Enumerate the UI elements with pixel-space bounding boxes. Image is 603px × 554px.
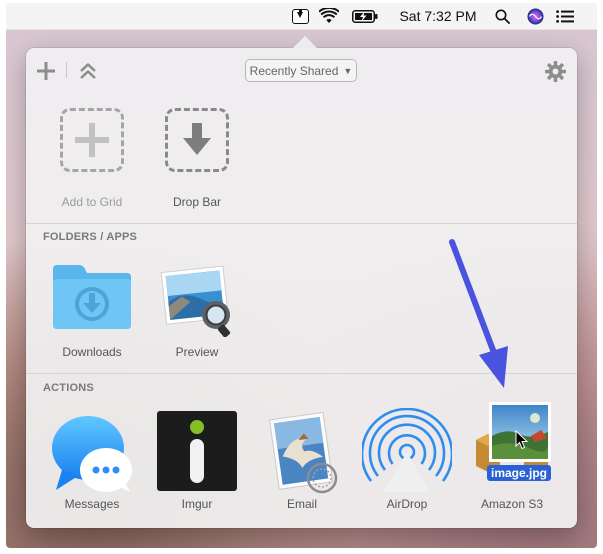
dropzone-panel: Recently Shared ▼ Add to Grid Drop Bar F… [26,36,577,528]
panel-pointer [292,36,318,49]
plus-icon[interactable] [37,62,55,80]
search-icon[interactable] [495,9,510,24]
mail-icon [260,410,344,501]
messages-tile[interactable]: Messages [37,404,147,514]
siri-icon[interactable] [527,8,544,25]
menu-bar-clock[interactable]: Sat 7:32 PM [390,3,486,29]
folders-apps-header: FOLDERS / APPS [43,231,138,243]
messages-icon [50,412,134,499]
desktop-background: Sat 7:32 PM Recently Shared ▼ Add to Gri… [6,3,597,548]
preview-tile[interactable]: Preview [142,253,252,363]
preview-app-icon [154,259,240,342]
menu-bar: Sat 7:32 PM [6,3,597,30]
imgur-icon [156,410,238,497]
drop-arrow-icon [165,108,229,172]
airdrop-icon [360,407,454,499]
toolbar-separator [66,62,67,78]
airdrop-label: AirDrop [386,497,428,511]
dropzone-menubar-icon[interactable] [292,9,309,24]
airdrop-tile[interactable]: AirDrop [352,404,462,514]
annotation-arrow [449,239,508,388]
imgur-tile[interactable]: Imgur [142,404,252,514]
dragged-filename: image.jpg [487,465,552,481]
add-plus-icon [60,108,124,172]
downloads-label: Downloads [62,345,122,359]
dragged-file[interactable]: image.jpg [485,402,555,482]
chevron-up-double-icon[interactable] [79,62,97,80]
drop-bar-tile[interactable]: Drop Bar [142,106,252,216]
amazon-s3-label: Amazon S3 [480,497,544,511]
downloads-tile[interactable]: Downloads [37,253,147,363]
messages-label: Messages [64,497,120,511]
dropdown-label: Recently Shared [249,63,339,78]
section-divider [26,223,577,224]
notification-center-icon[interactable] [556,10,574,23]
recently-shared-dropdown[interactable]: Recently Shared ▼ [245,59,357,82]
add-to-grid-label: Add to Grid [61,195,123,209]
imgur-label: Imgur [181,497,213,511]
preview-label: Preview [175,345,219,359]
actions-header: ACTIONS [43,382,94,394]
cursor-icon [515,430,529,450]
add-to-grid-tile[interactable]: Add to Grid [37,106,147,216]
battery-charging-icon[interactable] [352,10,378,23]
downloads-folder-icon [49,261,135,338]
wifi-icon[interactable] [319,8,339,24]
email-tile[interactable]: Email [247,404,357,514]
chevron-down-icon: ▼ [343,65,353,76]
drop-bar-label: Drop Bar [172,195,222,209]
email-label: Email [286,497,317,511]
gear-icon[interactable] [545,61,566,82]
